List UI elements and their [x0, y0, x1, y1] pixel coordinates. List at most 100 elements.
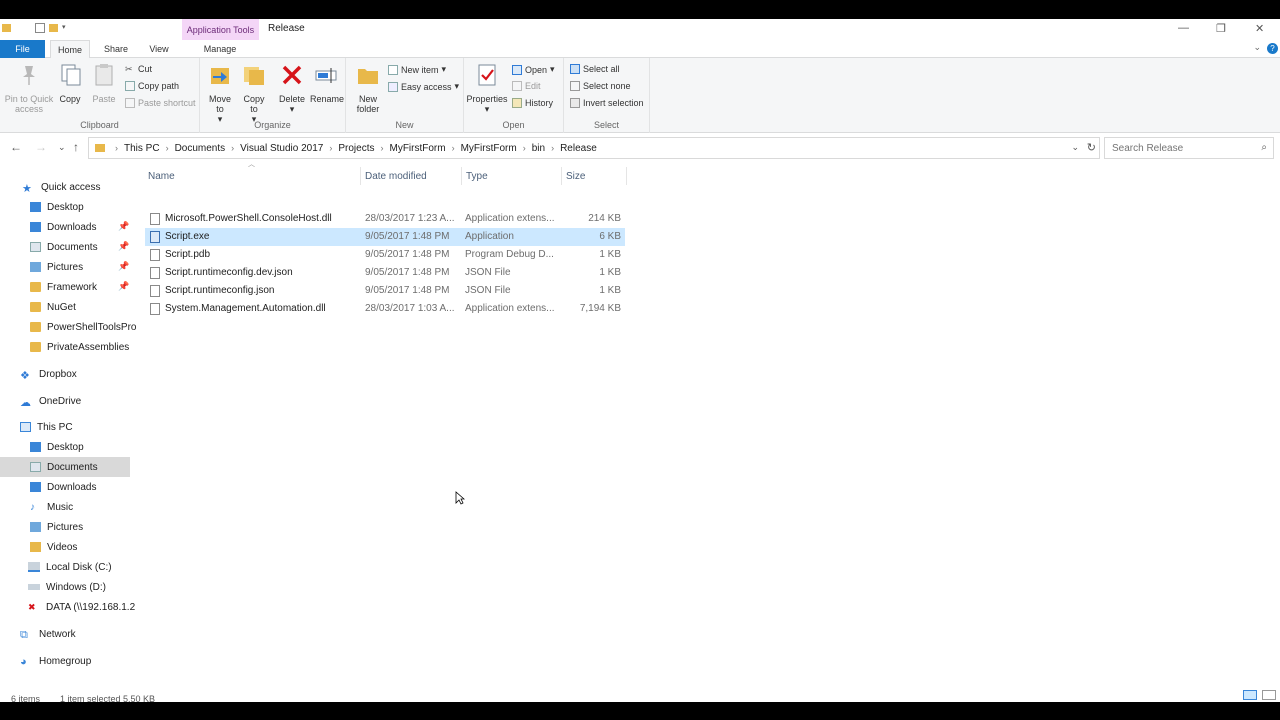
table-row[interactable]: System.Management.Automation.dll 28/03/2…	[145, 300, 625, 318]
select-none-icon	[570, 81, 580, 91]
table-row[interactable]: Script.runtimeconfig.json 9/05/2017 1:48…	[145, 282, 625, 300]
nav-onedrive[interactable]: ☁ OneDrive	[20, 391, 81, 411]
breadcrumb-separator-icon[interactable]: ›	[523, 143, 526, 153]
address-dropdown-icon[interactable]: ⌄	[1071, 142, 1079, 153]
breadcrumb-bin[interactable]: bin	[532, 143, 545, 154]
nav-pc-windows-d[interactable]: Windows (D:)	[28, 577, 106, 597]
column-separator[interactable]	[461, 167, 462, 185]
breadcrumb-documents[interactable]: Documents	[175, 143, 226, 154]
tab-manage[interactable]: Manage	[190, 40, 250, 58]
table-row[interactable]: Microsoft.PowerShell.ConsoleHost.dll 28/…	[145, 210, 625, 228]
column-separator[interactable]	[626, 167, 627, 185]
copy-to-button[interactable]: Copy to ▾	[240, 62, 268, 124]
breadcrumb-myfirstform[interactable]: MyFirstForm	[389, 143, 445, 154]
breadcrumb-separator-icon[interactable]: ›	[380, 143, 383, 153]
paste-button[interactable]: Paste	[90, 62, 118, 104]
nav-this-pc[interactable]: This PC	[20, 417, 73, 437]
invert-selection-button[interactable]: Invert selection	[570, 98, 644, 108]
column-header-date[interactable]: Date modified	[365, 165, 460, 187]
breadcrumb-visual-studio[interactable]: Visual Studio 2017	[240, 143, 323, 154]
tab-share[interactable]: Share	[97, 40, 135, 58]
breadcrumb-separator-icon[interactable]: ›	[329, 143, 332, 153]
properties-button[interactable]: Properties ▾	[466, 62, 508, 114]
tab-file[interactable]: File	[0, 40, 45, 58]
breadcrumb-release[interactable]: Release	[560, 143, 597, 154]
history-button[interactable]: History	[512, 98, 553, 108]
table-row[interactable]: Script.pdb 9/05/2017 1:48 PM Program Deb…	[145, 246, 625, 264]
nav-pc-pictures[interactable]: Pictures	[30, 517, 83, 537]
nav-quick-desktop[interactable]: Desktop	[30, 197, 130, 217]
customize-qat-icon[interactable]: ▾	[62, 23, 68, 33]
search-input[interactable]	[1112, 142, 1252, 154]
nav-quick-nuget[interactable]: NuGet	[30, 297, 76, 317]
copy-path-button[interactable]: Copy path	[125, 81, 179, 91]
tab-home[interactable]: Home	[50, 40, 90, 59]
new-folder-button[interactable]: New folder	[352, 62, 384, 114]
table-row[interactable]: Script.exe 9/05/2017 1:48 PM Application…	[145, 228, 625, 246]
search-icon[interactable]: ⌕	[1261, 142, 1267, 153]
nav-pc-music[interactable]: ♪ Music	[30, 497, 73, 517]
recent-locations-icon[interactable]: ⌄	[58, 142, 66, 153]
forward-arrow-icon[interactable]: →	[35, 140, 47, 154]
select-all-button[interactable]: Select all	[570, 64, 620, 74]
back-arrow-icon[interactable]: ←	[10, 140, 22, 154]
breadcrumb-separator-icon[interactable]: ›	[452, 143, 455, 153]
close-icon[interactable]: ✕	[1255, 22, 1264, 35]
new-folder-icon[interactable]	[49, 24, 58, 32]
nav-quick-documents[interactable]: Documents	[30, 237, 130, 257]
column-separator[interactable]	[561, 167, 562, 185]
large-icons-view-icon[interactable]	[1262, 690, 1276, 700]
nav-quick-powershelltoolspro[interactable]: PowerShellToolsPro	[30, 317, 137, 337]
nav-pc-desktop[interactable]: Desktop	[30, 437, 84, 457]
column-separator[interactable]	[360, 167, 361, 185]
new-item-button[interactable]: New item ▾	[388, 64, 446, 75]
search-box[interactable]: ⌕	[1104, 137, 1274, 159]
edit-button[interactable]: Edit	[512, 81, 541, 91]
nav-pc-documents[interactable]: Documents	[0, 457, 130, 477]
properties-icon[interactable]	[35, 23, 45, 33]
nav-quick-access[interactable]: ★ Quick access	[22, 177, 100, 197]
restore-icon[interactable]: ❐	[1216, 22, 1226, 35]
nav-pc-data-network-drive[interactable]: ✖ DATA (\\192.168.1.2	[28, 597, 135, 617]
nav-quick-pictures[interactable]: Pictures	[30, 257, 130, 277]
title-bar: ▾ Application Tools Release — ❐ ✕	[0, 19, 1280, 40]
details-view-icon[interactable]	[1243, 690, 1257, 700]
nav-network[interactable]: ⧉ Network	[20, 624, 76, 644]
rename-button[interactable]: Rename	[310, 62, 344, 104]
cut-button[interactable]: ✂ Cut	[125, 64, 152, 74]
help-icon[interactable]: ?	[1267, 43, 1278, 54]
pin-icon[interactable]: 📌	[118, 281, 129, 292]
nav-pc-downloads[interactable]: Downloads	[30, 477, 96, 497]
minimize-icon[interactable]: —	[1178, 22, 1189, 34]
up-arrow-icon[interactable]: ↑	[73, 140, 79, 154]
breadcrumb-separator-icon[interactable]: ›	[551, 143, 554, 153]
nav-quick-framework[interactable]: Framework	[30, 277, 97, 297]
delete-button[interactable]: Delete ▾	[278, 62, 306, 114]
breadcrumb-this-pc[interactable]: This PC	[124, 143, 160, 154]
select-none-button[interactable]: Select none	[570, 81, 631, 91]
breadcrumb-projects[interactable]: Projects	[338, 143, 374, 154]
nav-pc-local-disk-c[interactable]: Local Disk (C:)	[28, 557, 112, 577]
breadcrumb-myfirstform-2[interactable]: MyFirstForm	[461, 143, 517, 154]
address-bar[interactable]: › This PC › Documents › Visual Studio 20…	[88, 137, 1100, 159]
nav-quick-downloads[interactable]: Downloads	[30, 217, 130, 237]
paste-shortcut-button[interactable]: Paste shortcut	[125, 98, 196, 108]
breadcrumb-separator-icon[interactable]: ›	[231, 143, 234, 153]
chevron-down-icon[interactable]: ⌄	[1253, 42, 1261, 53]
nav-dropbox[interactable]: ❖ Dropbox	[20, 364, 77, 384]
nav-pc-videos[interactable]: Videos	[30, 537, 77, 557]
nav-quick-privateassemblies[interactable]: PrivateAssemblies	[30, 337, 129, 357]
copy-button[interactable]: Copy	[58, 62, 82, 104]
refresh-icon[interactable]: ↻	[1087, 141, 1096, 154]
column-header-type[interactable]: Type	[466, 165, 561, 187]
nav-homegroup[interactable]: ◕ Homegroup	[20, 651, 91, 671]
breadcrumb-separator-icon[interactable]: ›	[115, 143, 118, 153]
column-header-size[interactable]: Size	[566, 165, 626, 187]
open-button[interactable]: Open ▾	[512, 64, 555, 75]
easy-access-button[interactable]: Easy access ▾	[388, 81, 459, 92]
breadcrumb-separator-icon[interactable]: ›	[166, 143, 169, 153]
tab-view[interactable]: View	[142, 40, 176, 58]
table-row[interactable]: Script.runtimeconfig.dev.json 9/05/2017 …	[145, 264, 625, 282]
pin-to-quick-access-button[interactable]: Pin to Quick access	[4, 62, 54, 114]
move-to-button[interactable]: Move to ▾	[206, 62, 234, 124]
